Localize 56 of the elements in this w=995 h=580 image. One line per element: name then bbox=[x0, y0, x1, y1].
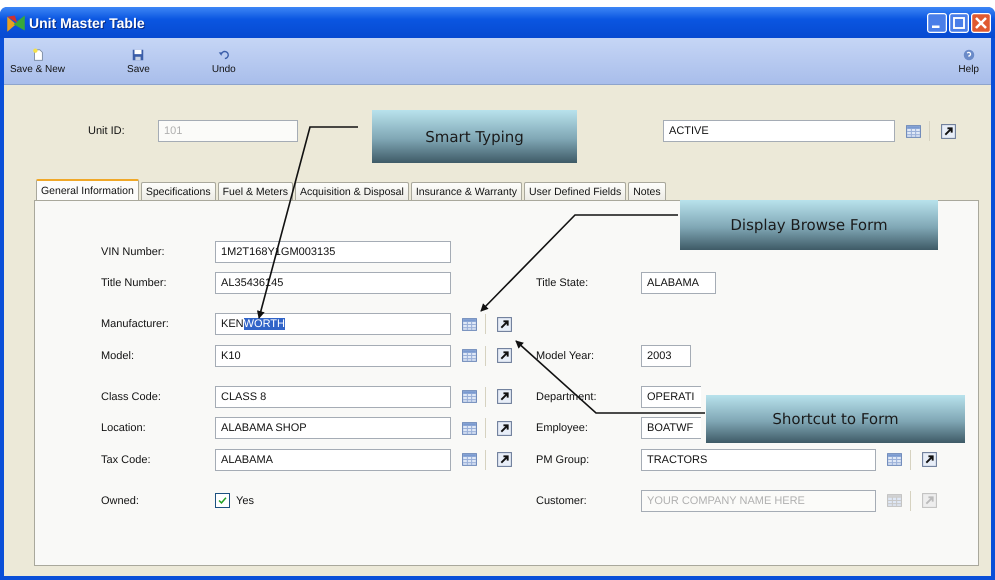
checkbox[interactable] bbox=[215, 493, 230, 508]
table-grid-icon[interactable] bbox=[461, 420, 478, 436]
checkmark-icon bbox=[217, 495, 228, 506]
table-grid-icon[interactable] bbox=[886, 451, 903, 468]
table-grid-icon[interactable] bbox=[461, 316, 478, 332]
field-label: Location: bbox=[101, 422, 147, 434]
tab[interactable]: Insurance & Warranty bbox=[410, 182, 522, 200]
text-field[interactable]: BOATWF bbox=[641, 417, 701, 439]
tab[interactable]: General Information bbox=[36, 179, 139, 200]
toolbar-button[interactable]: Save bbox=[125, 38, 152, 84]
checkbox-label: Yes bbox=[236, 494, 254, 506]
field-label: Employee: bbox=[536, 422, 589, 434]
toolbar-button[interactable]: Help bbox=[956, 38, 981, 84]
close-icon[interactable] bbox=[971, 12, 991, 32]
field-label: Customer: bbox=[536, 494, 588, 506]
text-field[interactable]: ACTIVE bbox=[663, 120, 895, 142]
text-field[interactable]: 2003 bbox=[641, 344, 691, 366]
new-document-icon bbox=[30, 48, 45, 62]
field-label: VIN Number: bbox=[101, 246, 166, 258]
field-label: Owned: bbox=[101, 494, 140, 506]
field-label: Title State: bbox=[536, 277, 590, 289]
tab[interactable]: User Defined Fields bbox=[524, 182, 626, 200]
text-field[interactable]: KENWORTH bbox=[215, 313, 451, 335]
table-grid-icon[interactable] bbox=[461, 347, 478, 364]
field-label: Model Year: bbox=[536, 350, 596, 362]
text-field[interactable]: OPERATI bbox=[641, 386, 701, 408]
callout-label: Display Browse Form bbox=[680, 200, 938, 250]
text-field[interactable]: TRACTORS bbox=[641, 448, 876, 470]
window-title: Unit Master Table bbox=[29, 14, 145, 30]
tab[interactable]: Acquisition & Disposal bbox=[294, 182, 409, 200]
table-grid-icon[interactable] bbox=[905, 122, 922, 140]
toolbar-button[interactable]: Undo bbox=[210, 38, 238, 84]
field-label: Unit ID: bbox=[88, 125, 126, 137]
callout-label: Shortcut to Form bbox=[706, 395, 965, 443]
field-label: Model: bbox=[101, 350, 136, 362]
minimize-icon[interactable] bbox=[927, 12, 947, 32]
text-field[interactable]: K10 bbox=[215, 344, 451, 366]
table-grid-icon[interactable] bbox=[461, 388, 478, 405]
toolbar-button[interactable]: Save & New bbox=[8, 38, 68, 84]
app-logo-icon bbox=[6, 12, 26, 32]
maximize-icon[interactable] bbox=[949, 12, 969, 32]
text-field[interactable]: CLASS 8 bbox=[215, 386, 451, 408]
field-label: Title Number: bbox=[101, 277, 168, 289]
field-label: Tax Code: bbox=[101, 454, 152, 466]
field-label: Class Code: bbox=[101, 390, 162, 402]
field-label: PM Group: bbox=[536, 454, 590, 466]
text-field[interactable]: ALABAMA bbox=[215, 448, 451, 470]
tab[interactable]: Fuel & Meters bbox=[218, 182, 293, 200]
text-field[interactable]: ALABAMA bbox=[641, 272, 716, 294]
tab[interactable]: Notes bbox=[628, 182, 666, 200]
tab[interactable]: Specifications bbox=[140, 182, 216, 200]
field-label: Manufacturer: bbox=[101, 318, 170, 330]
text-field[interactable]: ALABAMA SHOP bbox=[215, 417, 451, 439]
table-grid-icon[interactable] bbox=[461, 451, 478, 468]
callout-label: Smart Typing bbox=[372, 110, 577, 163]
help-icon bbox=[962, 48, 976, 62]
